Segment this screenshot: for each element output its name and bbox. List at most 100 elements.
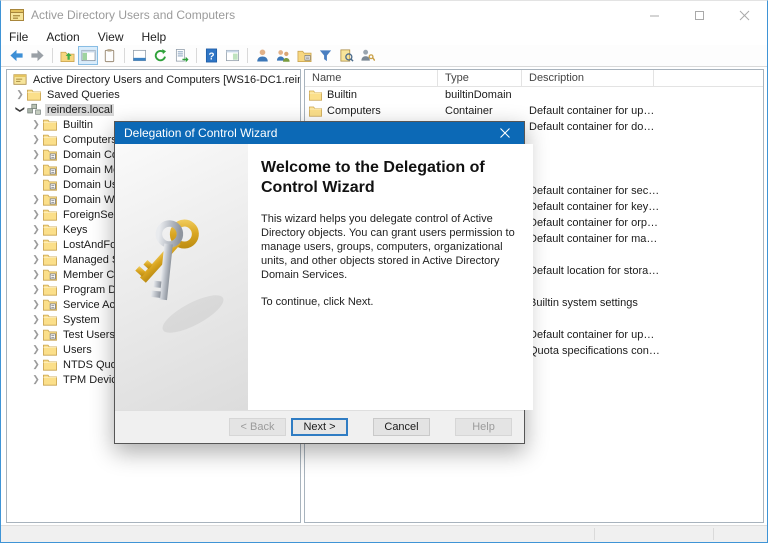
chevron-collapsed-icon[interactable]: ❯ [29, 357, 43, 372]
chevron-collapsed-icon[interactable]: ❯ [29, 117, 43, 132]
tree-item-saved-queries[interactable]: ❯ Saved Queries [7, 87, 300, 102]
dialog-body: Welcome to the Delegation of Control Wiz… [115, 144, 533, 410]
status-bar [1, 525, 767, 542]
new-group-icon[interactable] [273, 46, 293, 65]
folder-icon [43, 253, 58, 266]
window-title: Active Directory Users and Computers [31, 8, 236, 22]
list-row-computers[interactable]: Computers Container Default container for … [305, 103, 763, 119]
chevron-collapsed-icon[interactable]: ❯ [29, 267, 43, 282]
chevron-collapsed-icon[interactable]: ❯ [29, 342, 43, 357]
find-icon[interactable] [336, 46, 356, 65]
close-button[interactable] [722, 1, 767, 29]
chevron-collapsed-icon[interactable]: ❯ [29, 222, 43, 237]
wizard-heading: Welcome to the Delegation of Control Wiz… [261, 159, 485, 196]
column-header-name[interactable]: Name [305, 70, 438, 86]
maximize-button[interactable] [677, 1, 722, 29]
tree-item-label: Computers [63, 133, 117, 146]
row-name: Builtin [327, 89, 357, 101]
forward-icon[interactable] [27, 46, 47, 65]
list-row-builtin[interactable]: Builtin builtinDomain [305, 87, 763, 103]
keys-illustration [115, 144, 248, 410]
properties-icon[interactable] [99, 46, 119, 65]
tree-item-active-directory-users-and-computers-ws16-dc1-reinders-local[interactable]: Active Directory Users and Computers [WS… [7, 72, 300, 87]
status-divider [594, 528, 595, 540]
row-description: Default container for orp… [529, 217, 659, 229]
folder-icon [43, 118, 58, 131]
minimize-button[interactable] [632, 1, 677, 29]
row-description: Default container for do… [529, 121, 655, 133]
ou-icon [43, 268, 58, 281]
dialog-close-icon[interactable] [492, 122, 518, 144]
toolbar: ? [1, 45, 767, 67]
tree-item-label: Keys [63, 223, 88, 236]
toolbar-separator [124, 47, 125, 63]
svg-text:?: ? [208, 51, 214, 62]
new-window-icon[interactable] [222, 46, 242, 65]
folder-icon [43, 343, 58, 356]
folder-icon [309, 89, 323, 101]
row-description: Default container for up… [529, 329, 655, 341]
back-button[interactable]: < Back [229, 418, 286, 436]
menu-item-view[interactable]: View [89, 30, 133, 44]
ou-icon [43, 178, 58, 191]
root-icon [13, 73, 28, 86]
new-ou-icon[interactable] [294, 46, 314, 65]
dialog-content: Welcome to the Delegation of Control Wiz… [248, 144, 533, 410]
ou-icon [43, 148, 58, 161]
cancel-button[interactable]: Cancel [373, 418, 430, 436]
chevron-collapsed-icon[interactable]: ❯ [29, 132, 43, 147]
chevron-collapsed-icon[interactable]: ❯ [29, 282, 43, 297]
chevron-collapsed-icon[interactable]: ❯ [29, 192, 43, 207]
tree-item-label: reinders.local [45, 103, 115, 116]
column-header-type[interactable]: Type [438, 70, 522, 86]
toolbar-separator [247, 47, 248, 63]
title-bar: Active Directory Users and Computers [1, 1, 767, 29]
ou-icon [43, 328, 58, 341]
window-dialog-icon[interactable] [129, 46, 149, 65]
dialog-title-bar: Delegation of Control Wizard [115, 122, 524, 144]
menu-item-file[interactable]: File [9, 30, 37, 44]
chevron-collapsed-icon[interactable]: ❯ [29, 207, 43, 222]
tree-item-reinders-local[interactable]: ❯ reinders.local [7, 102, 300, 117]
chevron-collapsed-icon[interactable]: ❯ [29, 147, 43, 162]
folder-icon [27, 88, 42, 101]
wizard-description: This wizard helps you delegate control o… [261, 213, 515, 281]
row-description: Default location for stora… [529, 265, 660, 277]
tree-item-label: Active Directory Users and Computers [WS… [33, 73, 300, 86]
help-icon[interactable]: ? [201, 46, 221, 65]
menu-item-action[interactable]: Action [37, 30, 88, 44]
chevron-collapsed-icon[interactable]: ❯ [29, 327, 43, 342]
chevron-collapsed-icon[interactable]: ❯ [29, 162, 43, 177]
row-type: builtinDomain [445, 89, 512, 101]
tree-item-label: Saved Queries [47, 88, 120, 101]
export-list-icon[interactable] [171, 46, 191, 65]
toolbar-separator [52, 47, 53, 63]
filter-icon[interactable] [315, 46, 335, 65]
chevron-collapsed-icon[interactable]: ❯ [29, 297, 43, 312]
up-one-level-icon[interactable] [57, 46, 77, 65]
tree-item-label: System [63, 313, 100, 326]
chevron-collapsed-icon[interactable]: ❯ [29, 252, 43, 267]
tree-item-label: Users [63, 343, 92, 356]
app-icon [9, 7, 25, 23]
chevron-collapsed-icon[interactable]: ❯ [29, 237, 43, 252]
new-user-icon[interactable] [252, 46, 272, 65]
app-window: Active Directory Users and Computers Fil… [0, 0, 768, 543]
chevron-collapsed-icon[interactable]: ❯ [13, 87, 27, 102]
back-icon[interactable] [6, 46, 26, 65]
show-console-tree-icon[interactable] [78, 45, 98, 65]
chevron-collapsed-icon[interactable]: ❯ [29, 372, 43, 387]
refresh-icon[interactable] [150, 46, 170, 65]
row-name: Computers [327, 105, 381, 117]
folder-icon [43, 133, 58, 146]
chevron-collapsed-icon[interactable]: ❯ [29, 312, 43, 327]
column-header-description[interactable]: Description [522, 70, 654, 86]
folder-icon [43, 223, 58, 236]
dialog-title: Delegation of Control Wizard [124, 126, 278, 140]
next-button[interactable]: Next > [291, 418, 348, 436]
wizard-note: To continue, click Next. [261, 296, 374, 308]
help-button[interactable]: Help [455, 418, 512, 436]
chevron-expanded-icon[interactable]: ❯ [13, 103, 28, 117]
delegate-control-icon[interactable] [357, 46, 377, 65]
menu-item-help[interactable]: Help [133, 30, 176, 44]
